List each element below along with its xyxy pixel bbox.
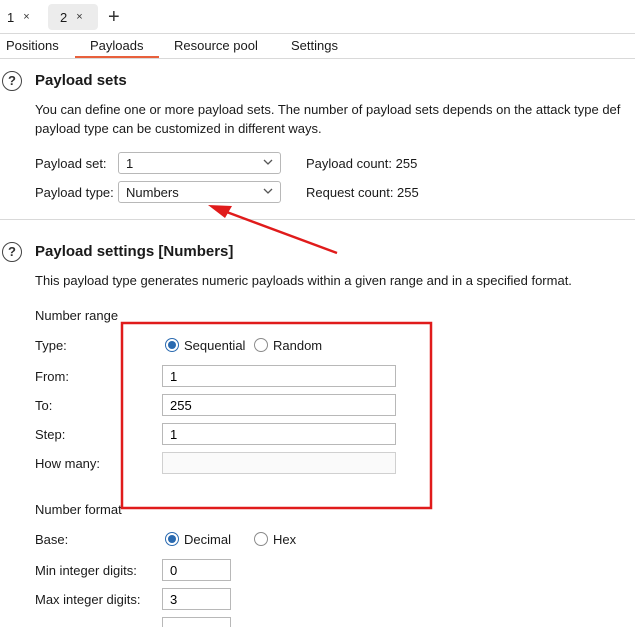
to-label: To: [35, 398, 53, 413]
from-label: From: [35, 369, 69, 384]
hex-radio[interactable] [254, 532, 268, 546]
payload-set-value: 1 [126, 156, 134, 171]
max-integer-digits-label: Max integer digits: [35, 592, 141, 607]
tab-label: 1 [7, 9, 15, 25]
payload-set-label: Payload set: [35, 156, 107, 171]
tab-label: 2 [60, 9, 68, 25]
section-divider [0, 219, 635, 220]
decimal-radio[interactable] [165, 532, 179, 546]
sequential-radio[interactable] [165, 338, 179, 352]
payload-type-value: Numbers [126, 185, 179, 200]
tab-positions[interactable]: Positions [6, 38, 59, 53]
max-integer-digits-input[interactable] [162, 588, 231, 610]
payload-sets-title: Payload sets [35, 72, 127, 89]
payload-sets-description-line2: payload type can be customized in differ… [35, 121, 322, 136]
payload-type-label: Payload type: [35, 185, 114, 200]
to-input[interactable] [162, 394, 396, 416]
base-label: Base: [35, 532, 69, 547]
active-tab-indicator [75, 56, 159, 58]
how-many-input[interactable] [162, 452, 396, 474]
step-input[interactable] [162, 423, 396, 445]
payload-type-select[interactable]: Numbers [118, 181, 281, 203]
number-range-heading: Number range [35, 308, 119, 323]
close-icon[interactable]: × [76, 11, 82, 23]
number-format-heading: Number format [35, 502, 122, 517]
tab-resource-pool[interactable]: Resource pool [174, 38, 258, 53]
annotation-arrowhead [208, 205, 232, 218]
hex-label: Hex [273, 532, 297, 547]
request-tab-2[interactable]: 2 × [48, 4, 98, 30]
request-tab-strip: 1 × 2 × + [0, 0, 635, 34]
payload-set-select[interactable]: 1 [118, 152, 281, 174]
payload-settings-description: This payload type generates numeric payl… [35, 273, 572, 288]
next-field-input[interactable] [162, 617, 231, 627]
payload-settings-title: Payload settings [Numbers] [35, 243, 234, 260]
request-tab-1[interactable]: 1 × [0, 4, 42, 30]
step-label: Step: [35, 427, 66, 442]
close-icon[interactable]: × [23, 11, 29, 23]
from-input[interactable] [162, 365, 396, 387]
request-count: Request count: 255 [306, 185, 419, 200]
chevron-down-icon [263, 188, 273, 194]
payload-count: Payload count: 255 [306, 156, 418, 171]
how-many-label: How many: [35, 456, 101, 471]
decimal-label: Decimal [184, 532, 231, 547]
help-icon[interactable]: ? [2, 242, 22, 262]
random-label: Random [273, 338, 323, 353]
annotation-arrow-line [223, 209, 338, 255]
min-integer-digits-label: Min integer digits: [35, 563, 137, 578]
help-icon[interactable]: ? [2, 71, 22, 91]
min-integer-digits-input[interactable] [162, 559, 231, 581]
type-label: Type: [35, 338, 67, 353]
tab-settings[interactable]: Settings [291, 38, 338, 53]
random-radio[interactable] [254, 338, 268, 352]
payload-sets-description-line1: You can define one or more payload sets.… [35, 102, 621, 117]
chevron-down-icon [263, 159, 273, 165]
add-tab-button[interactable]: + [108, 4, 120, 30]
tab-payloads[interactable]: Payloads [90, 38, 143, 53]
sequential-label: Sequential [184, 338, 246, 353]
